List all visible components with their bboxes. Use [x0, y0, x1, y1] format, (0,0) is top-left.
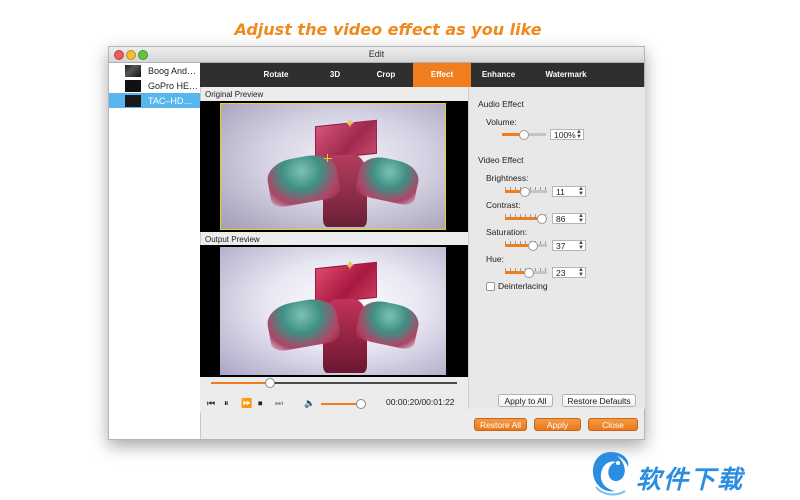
crop-frame[interactable]: [220, 103, 446, 230]
audio-effect-heading: Audio Effect: [478, 99, 524, 109]
volume-slider[interactable]: [502, 130, 546, 140]
file-name: Boog And…: [148, 65, 197, 76]
volume-slider-handle[interactable]: [519, 130, 529, 140]
playback-controls: ⏮ ⏸ ⏩ ⏹ ⏭ 🔈 00:00:20/00:01:22: [200, 377, 468, 412]
effect-panel: Audio Effect Volume: 100% ▲ ▼ Video Effec…: [468, 87, 645, 409]
apply-to-all-button[interactable]: Apply to All: [498, 394, 553, 407]
close-button[interactable]: Close: [588, 418, 638, 431]
file-name: GoPro HE…: [148, 80, 199, 91]
progress-fill: [211, 382, 271, 384]
tab-3d[interactable]: 3D: [311, 63, 359, 87]
stepper-arrows-icon[interactable]: ▲ ▼: [578, 186, 584, 197]
stop-icon[interactable]: ⏹: [258, 398, 263, 408]
output-video-frame: ✦: [220, 247, 446, 375]
progress-handle[interactable]: [265, 378, 276, 388]
contrast-input[interactable]: 86 ▲ ▼: [552, 213, 586, 224]
stepper-arrows-icon[interactable]: ▲ ▼: [578, 213, 584, 224]
tab-effect[interactable]: Effect: [413, 63, 471, 87]
deinterlacing-checkbox[interactable]: [486, 282, 495, 291]
tab-enhance[interactable]: Enhance: [471, 63, 526, 87]
dragon-logo-icon: [592, 452, 629, 496]
contrast-slider[interactable]: [505, 214, 547, 224]
crop-center-marker-h: [324, 158, 332, 159]
file-name: TAC–HD…: [148, 95, 193, 106]
file-item[interactable]: GoPro HE…: [109, 78, 200, 93]
file-item[interactable]: Boog And…: [109, 63, 200, 78]
volume-value: 100%: [554, 130, 576, 140]
video-thumbnail: [125, 64, 141, 77]
volume-input[interactable]: 100% ▲ ▼: [550, 129, 584, 140]
stepper-arrows-icon[interactable]: ▲ ▼: [578, 267, 584, 278]
tab-watermark[interactable]: Watermark: [526, 63, 606, 87]
stepper-arrows-icon[interactable]: ▲ ▼: [578, 240, 584, 251]
brightness-label: Brightness:: [486, 173, 529, 183]
contrast-value: 86: [556, 214, 566, 224]
deinterlacing-label: Deinterlacing: [498, 281, 548, 291]
hue-value: 23: [556, 268, 566, 278]
volume-bar[interactable]: [321, 399, 366, 409]
brightness-input[interactable]: 11 ▲ ▼: [552, 186, 586, 197]
skip-back-icon[interactable]: ⏮: [207, 398, 215, 408]
video-thumbnail: [125, 79, 141, 92]
edit-window: Edit Boog And… GoPro HE… TAC–HD… Rotate …: [108, 46, 645, 440]
pause-icon[interactable]: ⏸: [224, 398, 229, 408]
original-preview: ✦: [200, 101, 468, 232]
hue-input[interactable]: 23 ▲ ▼: [552, 267, 586, 278]
saturation-label: Saturation:: [486, 227, 528, 237]
brightness-value: 11: [556, 187, 565, 197]
restore-defaults-button[interactable]: Restore Defaults: [562, 394, 636, 407]
file-item-selected[interactable]: TAC–HD…: [109, 93, 200, 108]
restore-all-button[interactable]: Restore All: [474, 418, 527, 431]
file-list: Boog And… GoPro HE… TAC–HD…: [109, 63, 201, 439]
headline-text: Adjust the video effect as you like: [234, 20, 542, 39]
brightness-slider-handle[interactable]: [520, 187, 530, 197]
fast-forward-icon[interactable]: ⏩: [241, 398, 252, 408]
timecode: 00:00:20/00:01:22: [386, 397, 455, 407]
watermark-logo: 软件下载: [588, 449, 800, 500]
tab-crop[interactable]: Crop: [359, 63, 413, 87]
contrast-slider-handle[interactable]: [537, 214, 547, 224]
saturation-slider-handle[interactable]: [528, 241, 538, 251]
brightness-slider[interactable]: [505, 187, 547, 197]
tab-rotate[interactable]: Rotate: [241, 63, 311, 87]
volume-fill: [321, 403, 361, 405]
hue-slider-handle[interactable]: [524, 268, 534, 278]
volume-handle[interactable]: [355, 399, 366, 409]
original-preview-label: Original Preview: [205, 90, 264, 99]
window-title: Edit: [368, 49, 385, 59]
saturation-slider[interactable]: [505, 241, 547, 251]
apply-button[interactable]: Apply: [534, 418, 581, 431]
speaker-icon[interactable]: 🔈: [304, 398, 315, 408]
tab-bar: Rotate 3D Crop Effect Enhance Watermark: [200, 63, 644, 87]
saturation-input[interactable]: 37 ▲ ▼: [552, 240, 586, 251]
volume-label: Volume:: [486, 117, 517, 127]
watermark-text: 软件下载: [636, 465, 745, 494]
title-bar[interactable]: Edit: [109, 47, 644, 63]
saturation-value: 37: [556, 241, 566, 251]
stepper-arrows-icon[interactable]: ▲ ▼: [576, 129, 582, 140]
output-preview-label: Output Preview: [205, 235, 260, 244]
contrast-label: Contrast:: [486, 200, 521, 210]
video-thumbnail: [125, 94, 141, 107]
hue-slider[interactable]: [505, 268, 547, 278]
skip-forward-icon[interactable]: ⏭: [275, 398, 283, 408]
hue-label: Hue:: [486, 254, 504, 264]
preview-column: Original Preview ✦ Output Preview ✦ ⏮ ⏸ …: [200, 87, 468, 439]
progress-bar[interactable]: [211, 378, 457, 388]
video-effect-heading: Video Effect: [478, 155, 524, 165]
output-preview: ✦: [200, 245, 468, 377]
